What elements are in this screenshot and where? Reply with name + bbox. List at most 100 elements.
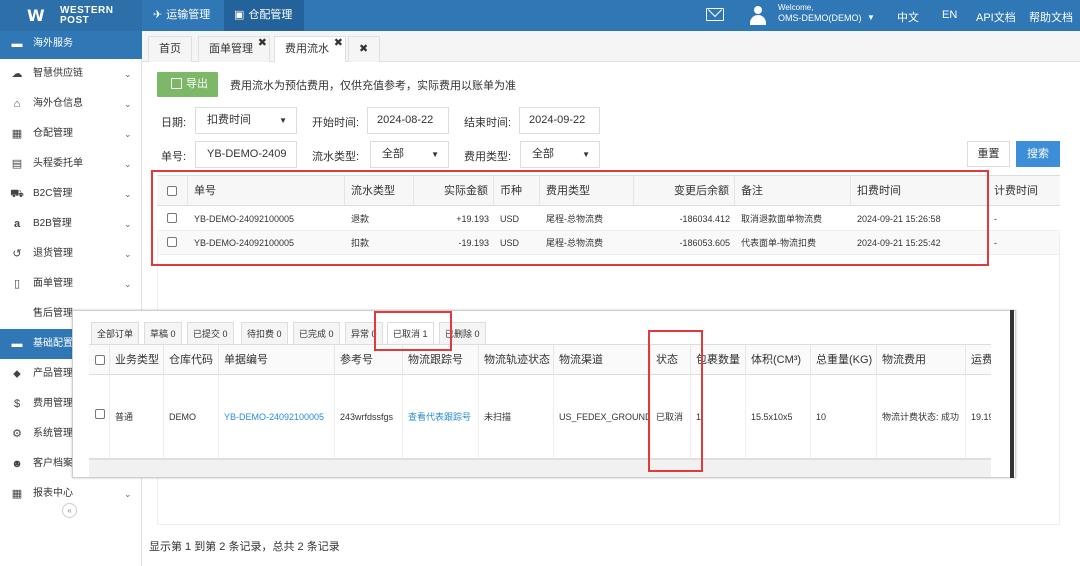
pagination-summary: 显示第 1 到第 2 条记录，总共 2 条记录	[149, 541, 340, 553]
sidebar-item-label: 头程委托单	[33, 158, 83, 169]
caret-down-icon[interactable]: ▼	[867, 13, 875, 22]
collapse-sidebar-icon[interactable]: «	[62, 503, 77, 518]
sidebar-item-b2b[interactable]: a B2B管理 ⌄	[0, 209, 142, 239]
search-button[interactable]: 搜索	[1016, 141, 1060, 167]
gear-icon: ⚙	[12, 428, 22, 440]
nav-tab-warehouse-label: 仓配管理	[248, 9, 293, 21]
start-time-label: 开始时间:	[312, 117, 360, 129]
nav-tab-transport[interactable]: ✈ 运输管理	[153, 0, 229, 31]
column-header[interactable]: 仓库代码	[164, 344, 219, 375]
row-checkbox[interactable]	[95, 409, 105, 419]
chevron-down-icon: ⌄	[124, 279, 132, 289]
table-cell: 15.5x10x5	[746, 375, 811, 459]
column-header[interactable]: 体积(CM³)	[746, 344, 811, 375]
close-all-tabs-button[interactable]: ✖	[348, 36, 380, 62]
tracking-number-link[interactable]: 查看代表跟踪号	[403, 375, 479, 459]
flow-type-select[interactable]: 全部 ▼	[370, 141, 449, 168]
end-time-input[interactable]: 2024-09-22	[519, 107, 600, 134]
mail-icon[interactable]	[706, 8, 724, 21]
reset-button[interactable]: 重置	[967, 141, 1010, 167]
chevron-down-icon: ⌄	[124, 489, 132, 499]
row-select-cell	[89, 375, 110, 459]
panel-edge	[1010, 310, 1014, 478]
sidebar-item-label: 海外仓信息	[33, 98, 83, 109]
sidebar-item-smart-supply[interactable]: ☁ 智慧供应链 ⌄	[0, 59, 142, 89]
column-header[interactable]: 物流费用	[877, 344, 966, 375]
date-type-select[interactable]: 扣费时间 ▼	[195, 107, 297, 134]
user-avatar-icon[interactable]	[749, 5, 767, 25]
export-button[interactable]: 导出	[157, 72, 218, 97]
sidebar-item-label: 面单管理	[33, 278, 73, 289]
column-header[interactable]: 物流渠道	[554, 344, 651, 375]
chevron-down-icon: ⌄	[124, 69, 132, 79]
tab-all-orders[interactable]: 全部订单	[91, 322, 140, 344]
sidebar-item-overseas-service[interactable]: ▬ 海外服务	[0, 31, 142, 59]
table-icon: ▦	[11, 488, 23, 500]
start-time-input[interactable]: 2024-08-22	[367, 107, 449, 134]
api-doc-link[interactable]: API文档	[976, 9, 1016, 25]
sidebar-item-label: 费用管理	[33, 398, 73, 409]
highlight-box	[374, 311, 452, 351]
top-navbar: W WESTERN POST ✈ 运输管理 ▣ 仓配管理 Welcome, OMS-…	[0, 0, 1080, 31]
table-cell: US_FEDEX_GROUND	[554, 375, 651, 459]
user-menu[interactable]: OMS-DEMO(DEMO)	[778, 13, 862, 23]
column-header[interactable]: 运费	[966, 344, 991, 375]
dollar-icon: $	[13, 398, 21, 410]
order-number-link[interactable]: YB-DEMO-24092100005	[219, 375, 335, 459]
tab-draft[interactable]: 草稿 0	[144, 322, 182, 344]
chevron-down-icon: ⌄	[124, 219, 132, 229]
table-cell: 243wrfdssfgs	[335, 375, 403, 459]
sidebar-item-label: 客户档案	[33, 458, 73, 469]
sidebar-item-first-leg[interactable]: ▤ 头程委托单 ⌄	[0, 149, 142, 179]
table-cell: 物流计费状态: 成功	[877, 375, 966, 459]
horizontal-scrollbar[interactable]	[89, 459, 991, 477]
flow-type-value: 全部	[382, 148, 404, 160]
column-header[interactable]: 业务类型	[110, 344, 164, 375]
amazon-icon: a	[13, 218, 21, 230]
order-list-panel: 全部订单 草稿 0 已提交 0 待扣费 0 已完成 0 异常 0 已取消 1 已…	[72, 310, 1016, 478]
brand-logo[interactable]: W WESTERN POST	[0, 0, 142, 31]
nav-tab-transport-label: 运输管理	[166, 9, 211, 21]
sidebar-item-label: 退货管理	[33, 248, 73, 259]
tab-fee-flow[interactable]: 费用流水 ✖	[274, 36, 346, 62]
table-cell: 10	[811, 375, 877, 459]
caret-down-icon: ▼	[431, 150, 439, 159]
home-icon: ⌂	[13, 98, 21, 110]
cart-icon: ⛟	[10, 188, 24, 200]
column-header[interactable]: 计费时间	[988, 176, 1060, 206]
tab-pending-charge[interactable]: 待扣费 0	[241, 322, 288, 344]
close-icon[interactable]: ✖	[334, 31, 343, 55]
tab-home[interactable]: 首页	[148, 36, 192, 62]
column-header[interactable]: 物流轨迹状态	[479, 344, 554, 375]
column-header[interactable]: 总重量(KG)	[811, 344, 877, 375]
sidebar-item-warehouse-mgmt[interactable]: ▦ 仓配管理 ⌄	[0, 119, 142, 149]
column-header[interactable]: 单据编号	[219, 344, 335, 375]
highlight-box	[151, 170, 989, 266]
welcome-text: Welcome,	[778, 3, 814, 12]
lang-en-link[interactable]: EN	[942, 9, 957, 21]
order-no-label: 单号:	[161, 151, 187, 163]
tab-submitted[interactable]: 已提交 0	[187, 322, 234, 344]
sidebar-item-label-mgmt[interactable]: ▯ 面单管理 ⌄	[0, 269, 142, 299]
sidebar-item-label: B2B管理	[33, 218, 72, 229]
fee-type-select[interactable]: 全部 ▼	[520, 141, 600, 168]
lang-zh-link[interactable]: 中文	[897, 9, 919, 25]
select-all-checkbox[interactable]	[95, 355, 105, 365]
tab-label-mgmt[interactable]: 面单管理 ✖	[198, 36, 270, 62]
sidebar-item-returns[interactable]: ↺ 退货管理 ⌄	[0, 239, 142, 269]
chevron-down-icon: ⌄	[124, 159, 132, 169]
close-icon: ✖	[359, 43, 369, 55]
table-cell: 普通	[110, 375, 164, 459]
order-no-input[interactable]: YB-DEMO-2409	[195, 141, 297, 168]
start-time-value: 2024-08-22	[377, 114, 434, 126]
table-cell: 19.19	[966, 375, 991, 459]
chevron-down-icon: ⌄	[124, 129, 132, 139]
tab-completed[interactable]: 已完成 0	[293, 322, 340, 344]
sidebar-item-overseas-warehouse[interactable]: ⌂ 海外仓信息 ⌄	[0, 89, 142, 119]
sidebar-item-label: B2C管理	[33, 188, 73, 199]
nav-tab-warehouse[interactable]: ▣ 仓配管理	[224, 0, 304, 31]
sidebar-item-b2c[interactable]: ⛟ B2C管理 ⌄	[0, 179, 142, 209]
close-icon[interactable]: ✖	[258, 31, 267, 55]
caret-down-icon: ▼	[279, 116, 287, 125]
help-doc-link[interactable]: 帮助文档	[1029, 9, 1073, 25]
